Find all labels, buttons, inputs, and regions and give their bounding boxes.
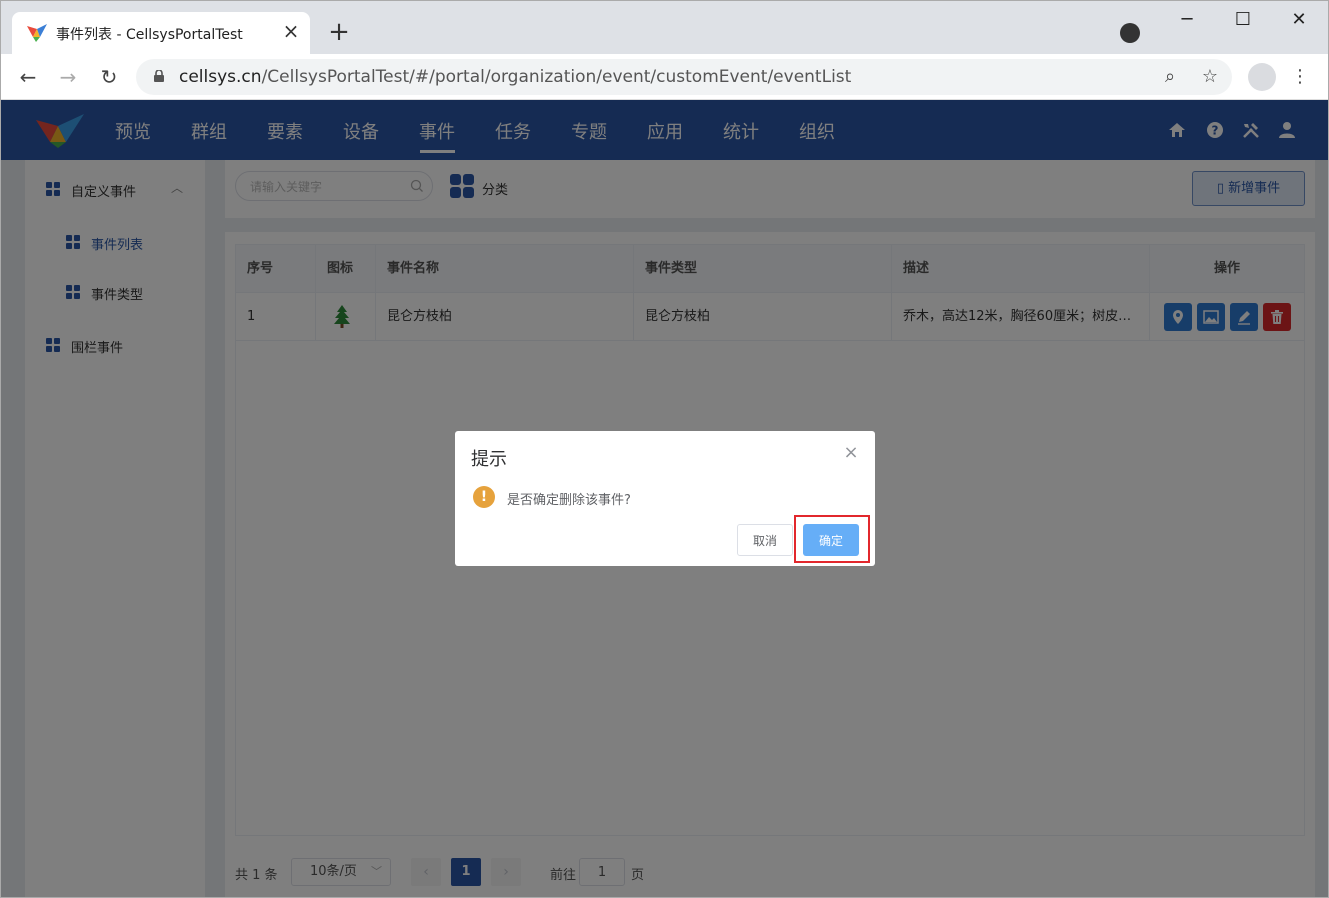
dialog-message: 是否确定删除该事件?	[507, 493, 631, 508]
address-bar[interactable]: cellsys.cn/CellsysPortalTest/#/portal/or…	[136, 59, 1232, 95]
window-close-icon[interactable]: ✕	[1284, 8, 1314, 32]
browser-menu-icon[interactable]: ⋮	[1290, 64, 1310, 90]
reload-icon[interactable]: ↻	[96, 64, 122, 90]
zoom-icon[interactable]: ⌕	[1159, 66, 1181, 88]
downloads-icon[interactable]	[1120, 23, 1140, 43]
lock-icon	[154, 70, 164, 82]
dialog-title: 提示	[471, 449, 507, 470]
browser-tab[interactable]: 事件列表 - CellsysPortalTest ×	[12, 12, 310, 54]
site-favicon-icon	[27, 24, 47, 42]
bookmark-star-icon[interactable]: ☆	[1199, 66, 1221, 88]
maximize-icon[interactable]: ☐	[1228, 8, 1258, 32]
confirm-highlight-box	[794, 515, 870, 563]
forward-icon[interactable]: →	[55, 64, 81, 90]
close-icon[interactable]: ×	[843, 444, 859, 462]
new-tab-icon[interactable]: +	[326, 19, 352, 46]
tab-close-icon[interactable]: ×	[280, 20, 302, 42]
browser-toolbar: ← → ↻ cellsys.cn/CellsysPortalTest/#/por…	[0, 54, 1329, 100]
tab-title: 事件列表 - CellsysPortalTest	[56, 27, 243, 43]
warning-icon: !	[473, 486, 495, 508]
browser-tabstrip: 事件列表 - CellsysPortalTest × + ─ ☐ ✕	[0, 0, 1329, 54]
cancel-button[interactable]: 取消	[737, 524, 793, 556]
profile-avatar-icon[interactable]	[1248, 63, 1276, 91]
url-text: cellsys.cn/CellsysPortalTest/#/portal/or…	[179, 67, 852, 87]
minimize-icon[interactable]: ─	[1172, 8, 1202, 32]
back-icon[interactable]: ←	[15, 64, 41, 90]
